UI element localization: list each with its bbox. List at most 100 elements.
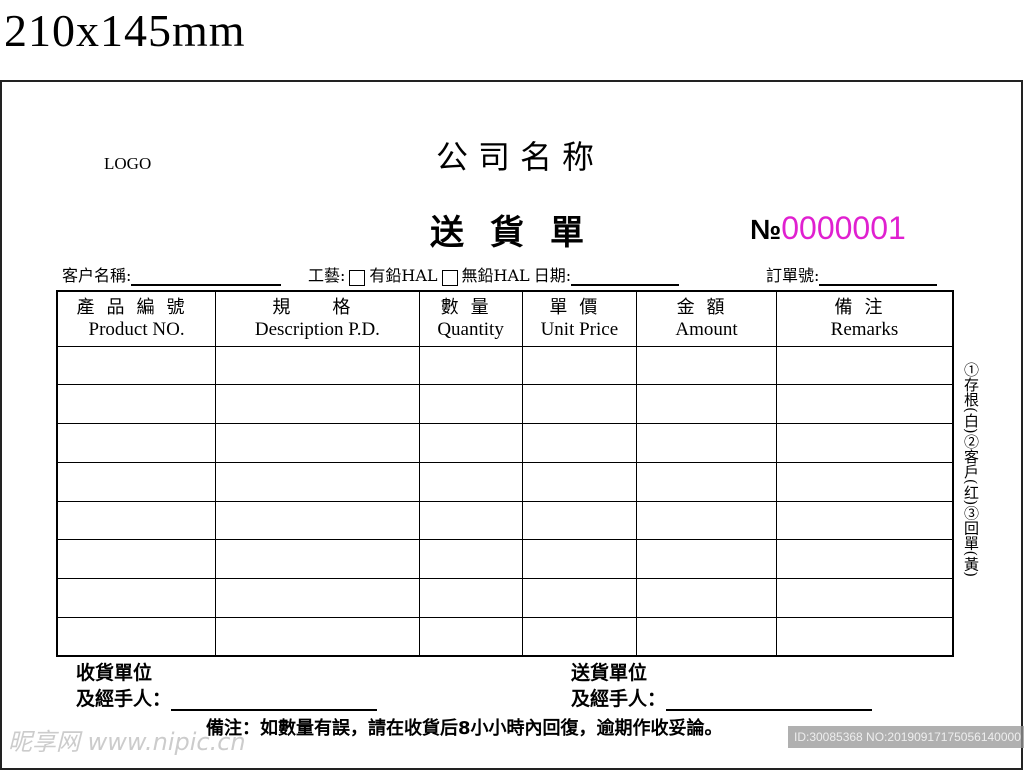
table-cell[interactable] (521, 617, 638, 657)
table-cell[interactable] (418, 500, 523, 541)
column-header: 單價 Unit Price (521, 290, 638, 347)
table-cell[interactable] (521, 345, 638, 386)
table-cell[interactable] (56, 578, 217, 619)
company-name: 公司名称 (436, 138, 605, 176)
header-cn: 單價 (549, 296, 610, 318)
header-cn: 產品編號 (76, 296, 197, 318)
table-cell[interactable] (521, 423, 638, 463)
form-title: 送貨單 (430, 213, 610, 253)
date-line[interactable] (571, 272, 680, 286)
table-cell[interactable] (636, 461, 777, 502)
table-cell[interactable] (418, 461, 523, 502)
form-number: №0000001 (750, 210, 906, 247)
table-cell[interactable] (56, 423, 217, 463)
header-en: Description P.D. (254, 318, 380, 340)
table-cell[interactable] (56, 461, 217, 502)
order-label: 訂單號: (766, 266, 820, 285)
header-en: Amount (675, 318, 738, 340)
table-cell[interactable] (636, 384, 777, 425)
column-header: 數量 Quantity (418, 290, 523, 347)
table-cell[interactable] (56, 500, 217, 541)
table-cell[interactable] (775, 345, 954, 386)
table-cell[interactable] (56, 617, 217, 657)
table-cell[interactable] (418, 384, 523, 425)
column-header: 產品編號 Product NO. (56, 290, 217, 347)
header-en: Product NO. (88, 318, 185, 340)
table-cell[interactable] (521, 539, 638, 580)
table-cell[interactable] (775, 384, 954, 425)
receiver-signature: 及經手人： (76, 684, 378, 711)
copy-note: ①存根(白)②客戶(红)③回單(黃) (962, 362, 980, 578)
table-cell[interactable] (636, 345, 777, 386)
header-cn: 金額 (676, 296, 737, 318)
customer-label: 客户名稱: (62, 266, 132, 285)
table-cell[interactable] (775, 423, 954, 463)
table-cell[interactable] (775, 578, 954, 619)
table-cell[interactable] (636, 423, 777, 463)
table-cell[interactable] (636, 500, 777, 541)
table-cell[interactable] (521, 578, 638, 619)
table-row (56, 384, 954, 425)
table-cell[interactable] (418, 345, 523, 386)
sender-signature: 及經手人： (571, 684, 873, 711)
leaded-label: 有鉛HAL (369, 266, 438, 285)
table-row (56, 578, 954, 619)
table-cell[interactable] (418, 617, 523, 657)
sender-title: 送貨單位 (571, 662, 648, 684)
craft-field: 工藝: 有鉛HAL 無鉛HAL 日期: (308, 262, 680, 286)
number-value: 0000001 (781, 210, 906, 246)
table-cell[interactable] (418, 578, 523, 619)
table-cell[interactable] (636, 578, 777, 619)
logo-placeholder: LOGO (104, 154, 152, 173)
table-cell[interactable] (636, 539, 777, 580)
table-cell[interactable] (775, 461, 954, 502)
table-row (56, 345, 954, 386)
table-cell[interactable] (418, 539, 523, 580)
table-row (56, 461, 954, 502)
watermark-id: ID:30085368 NO:20190917175056140000 (788, 726, 1024, 748)
customer-line[interactable] (131, 272, 282, 286)
table-row (56, 500, 954, 541)
table-cell[interactable] (215, 384, 420, 425)
header-cn: 規 格 (272, 296, 363, 318)
table-cell[interactable] (521, 461, 638, 502)
order-field: 訂單號: (766, 262, 938, 286)
header-en: Unit Price (540, 318, 619, 340)
column-header: 金額 Amount (636, 290, 777, 347)
table-cell[interactable] (215, 500, 420, 541)
receiver-line[interactable] (171, 693, 378, 711)
sender-line[interactable] (666, 693, 873, 711)
table-row (56, 423, 954, 463)
table-cell[interactable] (215, 578, 420, 619)
table-cell[interactable] (56, 539, 217, 580)
table-cell[interactable] (56, 384, 217, 425)
leaded-checkbox[interactable] (349, 270, 366, 286)
table-cell[interactable] (775, 539, 954, 580)
sender-label: 及經手人： (571, 688, 667, 710)
table-cell[interactable] (215, 423, 420, 463)
remark-note: 備注：如數量有誤，請在收貨后8小小時內回復，逾期作收妥論。 (206, 718, 723, 739)
table-cell[interactable] (521, 384, 638, 425)
table-cell[interactable] (418, 423, 523, 463)
lead-free-checkbox[interactable] (441, 270, 458, 286)
header-en: Remarks (830, 318, 899, 340)
header-cn: 數量 (440, 296, 501, 318)
craft-label: 工藝: (308, 266, 346, 285)
date-label: 日期: (533, 266, 572, 285)
table-cell[interactable] (775, 617, 954, 657)
table-cell[interactable] (775, 500, 954, 541)
size-label: 210x145mm (4, 5, 246, 56)
order-line[interactable] (819, 272, 938, 286)
table-cell[interactable] (56, 345, 217, 386)
table-cell[interactable] (215, 617, 420, 657)
table-cell[interactable] (215, 345, 420, 386)
table-row (56, 539, 954, 580)
table-cell[interactable] (215, 461, 420, 502)
receiver-label: 及經手人： (76, 688, 172, 710)
table-cell[interactable] (521, 500, 638, 541)
lead-free-label: 無鉛HAL (461, 266, 530, 285)
column-header: 備注 Remarks (775, 290, 954, 347)
table-cell[interactable] (215, 539, 420, 580)
table-cell[interactable] (636, 617, 777, 657)
header-cn: 備注 (834, 296, 895, 318)
